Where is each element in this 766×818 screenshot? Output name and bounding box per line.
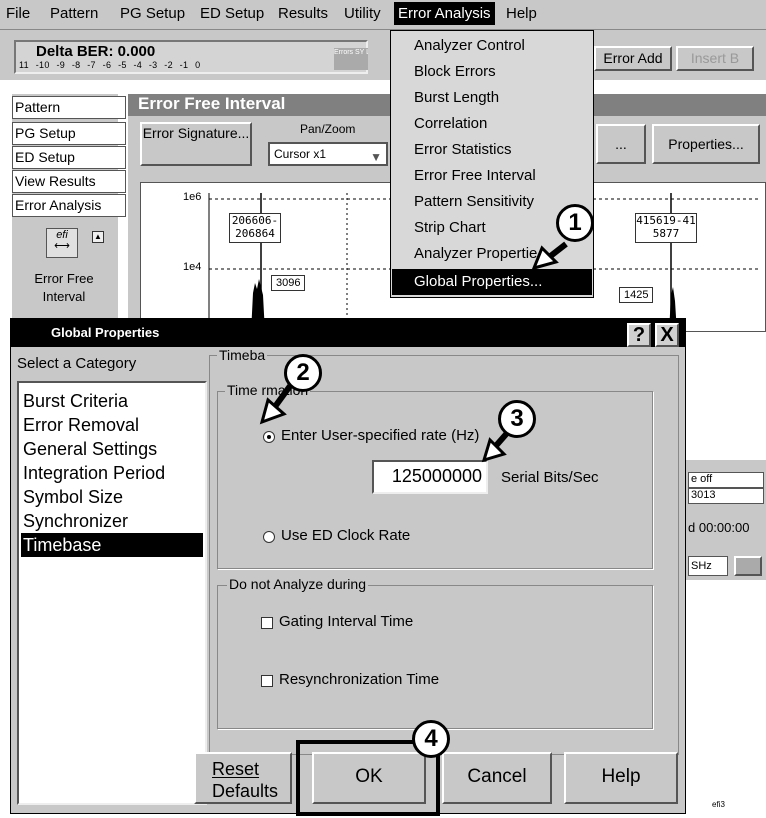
menu-results[interactable]: Results [278, 5, 328, 22]
ed-clock-radio[interactable] [263, 531, 275, 543]
resync-label: Resynchronization Time [279, 671, 440, 688]
menu-pattern[interactable]: Pattern [50, 5, 98, 22]
rate-unit-label: Serial Bits/Sec [501, 469, 599, 486]
clock-freq: SHz [688, 556, 728, 576]
ber-scale: 11 -10 -9 -8 -7 -6 -5 -4 -3 -2 -1 0 [19, 60, 201, 70]
panzoom-label: Pan/Zoom [300, 122, 356, 136]
menu-utility[interactable]: Utility [344, 5, 381, 22]
callout-1: 1 [556, 204, 594, 242]
nav-caption: Error Free Interval [34, 271, 94, 304]
scroll-up-icon[interactable]: ▲ [92, 231, 104, 243]
error-add-button[interactable]: Error Add [594, 46, 672, 71]
callout-4: 4 [412, 720, 450, 758]
dialog-title: Global Properties [11, 319, 685, 347]
ed-clock-label: Use ED Clock Rate [281, 527, 411, 544]
nav-item-view-results[interactable]: View Results [12, 170, 126, 193]
nav-item-pg-setup[interactable]: PG Setup [12, 122, 126, 145]
error-analysis-menu: Analyzer Control Block Errors Burst Leng… [390, 30, 594, 298]
panzoom-value: Cursor x1 [274, 147, 327, 161]
more-button[interactable]: ... [596, 124, 646, 164]
waveform-icon[interactable] [734, 556, 762, 576]
category-list[interactable]: Burst Criteria Error Removal General Set… [17, 381, 207, 805]
user-rate-label: Enter User-specified rate (Hz) [281, 427, 480, 444]
cancel-button[interactable]: Cancel [442, 752, 552, 804]
menu-help[interactable]: Help [506, 5, 537, 22]
right-range-box: 415619-415877 [635, 213, 697, 243]
nav-item-pattern[interactable]: Pattern [12, 96, 126, 119]
callout-2: 2 [284, 354, 322, 392]
category-synchronizer[interactable]: Synchronizer [21, 509, 203, 533]
double-arrow-icon: ⟷ [54, 240, 70, 252]
delta-ber-display: Delta BER: 0.000 11 -10 -9 -8 -7 -6 -5 -… [14, 40, 368, 74]
left-range-box: 206606-206864 [229, 213, 281, 243]
menu-item-global-properties[interactable]: Global Properties... [392, 269, 592, 295]
figure-id: efi3 [712, 800, 725, 809]
category-label: Select a Category [17, 355, 137, 372]
category-burst-criteria[interactable]: Burst Criteria [21, 389, 203, 413]
gating-label: Gating Interval Time [279, 613, 414, 630]
nav-item-ed-setup[interactable]: ED Setup [12, 146, 126, 169]
menu-file[interactable]: File [6, 5, 30, 22]
ber-title: Delta BER: 0.000 [36, 43, 156, 60]
category-error-removal[interactable]: Error Removal [21, 413, 203, 437]
reset-defaults-button[interactable]: Reset Defaults [194, 752, 292, 804]
y-tick-1e4: 1e4 [183, 261, 202, 273]
nav-item-error-analysis[interactable]: Error Analysis [12, 194, 126, 217]
ber-status-indicator: Errors SY LO [334, 48, 368, 70]
panzoom-select[interactable]: Cursor x1 ▼ [268, 142, 388, 166]
chevron-down-icon: ▼ [370, 150, 382, 164]
menu-item-analyzer-properties[interactable]: Analyzer Propertie [392, 241, 592, 267]
insert-b-button[interactable]: Insert B [676, 46, 754, 71]
resync-checkbox[interactable] [261, 675, 273, 687]
help-question-button[interactable]: ? [627, 323, 651, 347]
menu-error-analysis[interactable]: Error Analysis [394, 2, 495, 25]
menu-item-correlation[interactable]: Correlation [392, 111, 592, 137]
gating-checkbox[interactable] [261, 617, 273, 629]
properties-button[interactable]: Properties... [652, 124, 760, 164]
category-symbol-size[interactable]: Symbol Size [21, 485, 203, 509]
status-strip: e off 3013 d 00:00:00 SHz [684, 460, 766, 580]
elapsed-time: d 00:00:00 [688, 520, 750, 535]
status-line-2: 3013 [688, 488, 764, 504]
help-button[interactable]: Help [564, 752, 678, 804]
menu-item-burst-length[interactable]: Burst Length [392, 85, 592, 111]
user-rate-radio[interactable] [263, 431, 275, 443]
menu-item-block-errors[interactable]: Block Errors [392, 59, 592, 85]
category-general-settings[interactable]: General Settings [21, 437, 203, 461]
reset-line-2: Defaults [212, 781, 279, 801]
callout-3: 3 [498, 400, 536, 438]
category-integration-period[interactable]: Integration Period [21, 461, 203, 485]
menubar: File Pattern PG Setup ED Setup Results U… [0, 0, 766, 30]
efi-icon[interactable]: efi ⟷ [46, 228, 78, 258]
no-analyze-group [217, 585, 653, 729]
close-button[interactable]: X [655, 323, 679, 347]
menu-item-error-free-interval[interactable]: Error Free Interval [392, 163, 592, 189]
timebase-legend: Timeba [217, 347, 268, 363]
no-analyze-legend: Do not Analyze during [227, 576, 368, 592]
menu-pg-setup[interactable]: PG Setup [120, 5, 185, 22]
ok-button[interactable]: OK [312, 752, 426, 804]
status-line-1: e off [688, 472, 764, 488]
y-tick-1e6: 1e6 [183, 191, 202, 203]
error-signature-button[interactable]: Error Signature... [140, 122, 252, 166]
reset-line-1: Reset [212, 759, 260, 779]
right-value-tag: 1425 [619, 287, 654, 303]
menu-item-error-statistics[interactable]: Error Statistics [392, 137, 592, 163]
category-timebase[interactable]: Timebase [21, 533, 203, 557]
menu-item-analyzer-control[interactable]: Analyzer Control [392, 33, 592, 59]
menu-ed-setup[interactable]: ED Setup [200, 5, 264, 22]
left-value-tag: 3096 [271, 275, 306, 291]
rate-input[interactable]: 125000000 [372, 460, 488, 494]
